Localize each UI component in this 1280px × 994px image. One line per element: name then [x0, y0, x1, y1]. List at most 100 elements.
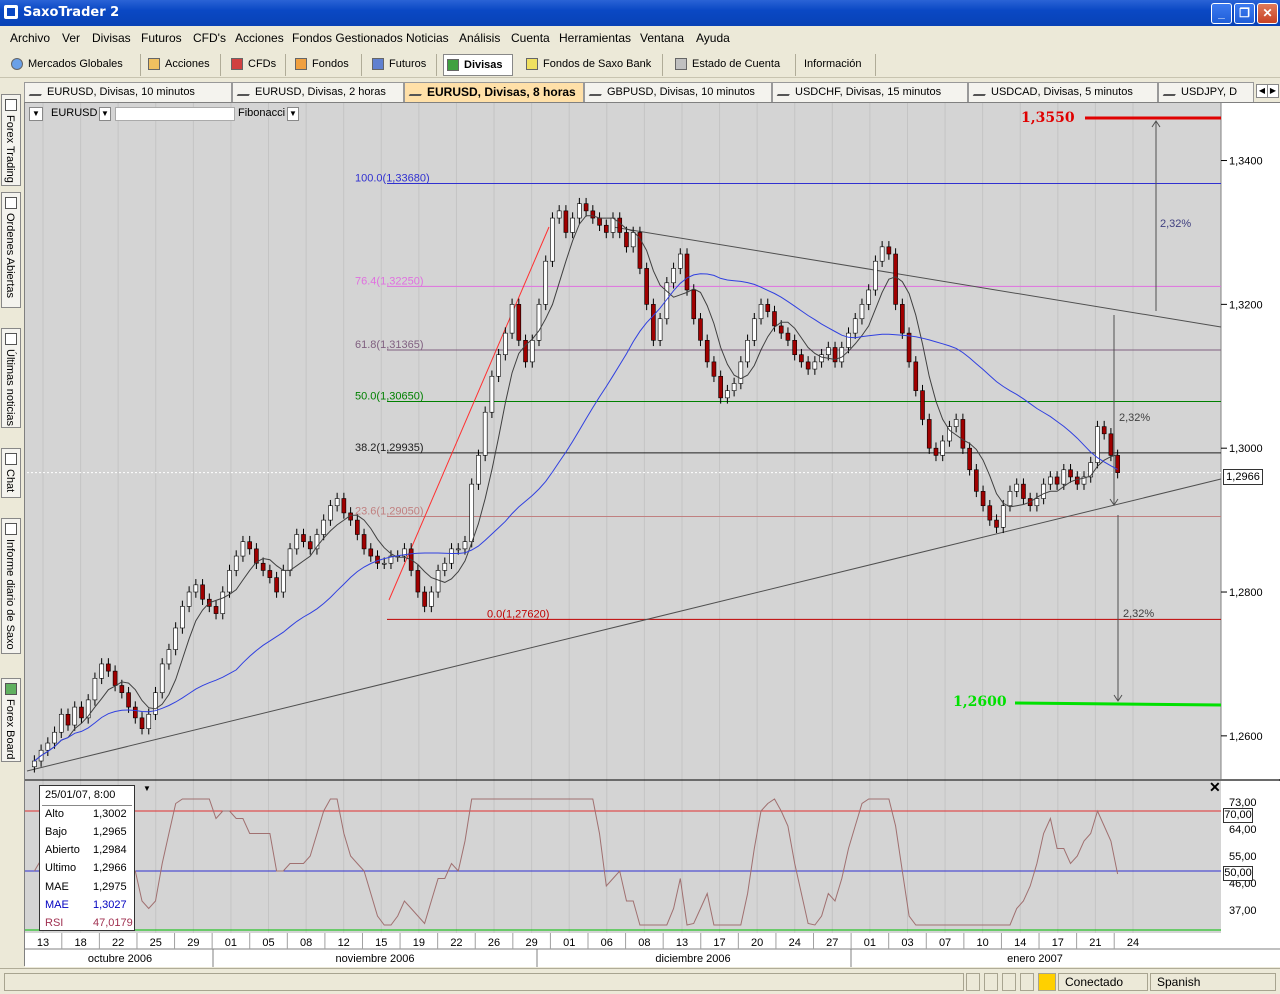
toolbar-estado-de-cuenta[interactable]: Estado de Cuenta: [672, 54, 796, 76]
tab-usdcad-5min[interactable]: USDCAD, Divisas, 5 minutos: [968, 82, 1158, 102]
toolbar-acciones[interactable]: Acciones: [145, 54, 221, 76]
candle-body: [281, 570, 286, 593]
drawing-tool-dropdown-icon[interactable]: ▼: [287, 107, 299, 121]
account-icon: [675, 58, 687, 70]
fib-level-label: 0.0(1,27620): [487, 608, 549, 620]
menu-acciones[interactable]: Acciones: [235, 31, 284, 45]
toolbar-mercados-globales[interactable]: Mercados Globales: [8, 54, 141, 76]
toolbar-informacion[interactable]: Información: [800, 54, 876, 76]
toolbar: Mercados Globales Acciones CFDs Fondos F…: [0, 52, 1280, 78]
candle-body: [85, 699, 91, 719]
percent-label: 2,32%: [1123, 608, 1154, 620]
menu-archivo[interactable]: Archivo: [10, 31, 50, 45]
cfd-icon: [231, 58, 243, 70]
toolbar-fondos-saxo-bank[interactable]: Fondos de Saxo Bank: [523, 54, 663, 76]
date-axis-label: 21: [1089, 937, 1101, 949]
menu-divisas[interactable]: Divisas: [92, 31, 131, 45]
close-button[interactable]: ✕: [1257, 3, 1278, 24]
candle-body: [1088, 462, 1094, 478]
sidebar-ultimas-noticias[interactable]: Últimas noticias: [1, 328, 21, 428]
toolbar-divisas[interactable]: Divisas: [443, 54, 513, 76]
menu-bar: Archivo Ver Divisas Futuros CFD's Accion…: [0, 26, 1280, 50]
candle-body: [1007, 491, 1013, 507]
toolbar-futuros[interactable]: Futuros: [369, 54, 437, 76]
sidebar-informe-diario[interactable]: Informe diario de Saxo: [1, 518, 21, 654]
candle-body: [785, 332, 791, 341]
candle-body: [267, 570, 273, 578]
candle-body: [563, 210, 569, 233]
candle-body: [570, 217, 575, 233]
sidebar-ordenes-abiertas[interactable]: Ordenes Abiertas: [1, 192, 21, 308]
support-trendline: [26, 478, 1222, 772]
chart-area[interactable]: 1,3400 1,3200 1,3000 1,2800 1,2600 100.0(1,33…: [24, 102, 1280, 967]
price-axis-bg: [1221, 103, 1280, 779]
candle-body: [758, 304, 764, 320]
candle-body: [987, 505, 993, 521]
candle-body: [260, 562, 266, 571]
candle-body: [32, 760, 37, 768]
symbol-search-input[interactable]: [115, 107, 235, 121]
candle-body: [556, 210, 562, 219]
candle-body: [435, 570, 441, 593]
tab-eurusd-2h[interactable]: EURUSD, Divisas, 2 horas: [232, 82, 404, 102]
symbol-dropdown-icon[interactable]: ▼: [99, 107, 111, 121]
language-status[interactable]: Spanish: [1150, 973, 1276, 991]
info-row-ultimo: Ultimo 1,2966: [45, 862, 127, 874]
candle-body: [550, 217, 555, 262]
toolbar-cfds[interactable]: CFDs: [228, 54, 286, 76]
date-axis-label: 03: [901, 937, 913, 949]
date-axis-label: 13: [676, 937, 688, 949]
forex-board-icon: [5, 683, 17, 695]
candle-body: [644, 268, 649, 305]
chart-icon: [28, 88, 46, 96]
menu-futuros[interactable]: Futuros: [141, 31, 182, 45]
menu-ventana[interactable]: Ventana: [640, 31, 684, 45]
tab-gbpusd-10min[interactable]: GBPUSD, Divisas, 10 minutos: [584, 82, 772, 102]
current-price-box: 1,2966: [1223, 469, 1263, 485]
candle-body: [516, 304, 522, 341]
close-rsi-pane-icon[interactable]: ✕: [1209, 779, 1221, 796]
candle-body: [967, 447, 972, 471]
tab-eurusd-8h[interactable]: EURUSD, Divisas, 8 horas: [404, 82, 584, 102]
sidebar-chat[interactable]: Chat: [1, 448, 21, 498]
date-axis-label: 01: [563, 937, 575, 949]
toolbar-fondos[interactable]: Fondos: [292, 54, 362, 76]
candle-body: [745, 340, 750, 363]
sidebar-forex-trading[interactable]: Forex Trading: [1, 94, 21, 186]
candle-body: [489, 375, 495, 413]
menu-cfds[interactable]: CFD's: [193, 31, 226, 45]
candle-body: [1041, 483, 1046, 499]
menu-ayuda[interactable]: Ayuda: [696, 31, 730, 45]
moving-average-short: [34, 215, 1118, 762]
tab-usdchf-15min[interactable]: USDCHF, Divisas, 15 minutos: [772, 82, 968, 102]
date-axis-label: 10: [977, 937, 989, 949]
candle-body: [1115, 455, 1120, 473]
menu-ver[interactable]: Ver: [62, 31, 80, 45]
menu-analisis[interactable]: Análisis: [459, 31, 500, 45]
minimize-button[interactable]: _: [1211, 3, 1232, 24]
maximize-button[interactable]: ❐: [1234, 3, 1255, 24]
candle-body: [752, 318, 757, 341]
candle-body: [920, 390, 925, 420]
candle-body: [469, 483, 475, 542]
candle-body: [126, 692, 131, 708]
chart-menu-icon[interactable]: ▼: [29, 107, 43, 121]
candle-body: [213, 606, 219, 614]
moving-average-long: [34, 273, 1118, 762]
tab-eurusd-10min[interactable]: EURUSD, Divisas, 10 minutos: [24, 82, 232, 102]
menu-noticias[interactable]: Noticias: [406, 31, 449, 45]
menu-herramientas[interactable]: Herramientas: [559, 31, 631, 45]
rsi-menu-icon[interactable]: ▼: [141, 783, 153, 797]
date-axis-label: 26: [488, 937, 500, 949]
candle-body: [119, 685, 125, 694]
candle-body: [886, 246, 892, 255]
sidebar-forex-board[interactable]: Forex Board: [1, 678, 21, 762]
candle-body: [361, 534, 367, 550]
menu-fondos-gestionados[interactable]: Fondos Gestionados: [292, 31, 403, 45]
menu-cuenta[interactable]: Cuenta: [511, 31, 550, 45]
candle-body: [193, 584, 199, 593]
price-chart[interactable]: 1,3400 1,3200 1,3000 1,2800 1,2600 100.0(1,33…: [25, 103, 1280, 967]
tab-usdjpy[interactable]: USDJPY, D: [1158, 82, 1254, 102]
tab-scroll-right-icon[interactable]: ▶: [1267, 84, 1279, 98]
info-row-mae-2: MAE 1,3027: [45, 899, 127, 911]
